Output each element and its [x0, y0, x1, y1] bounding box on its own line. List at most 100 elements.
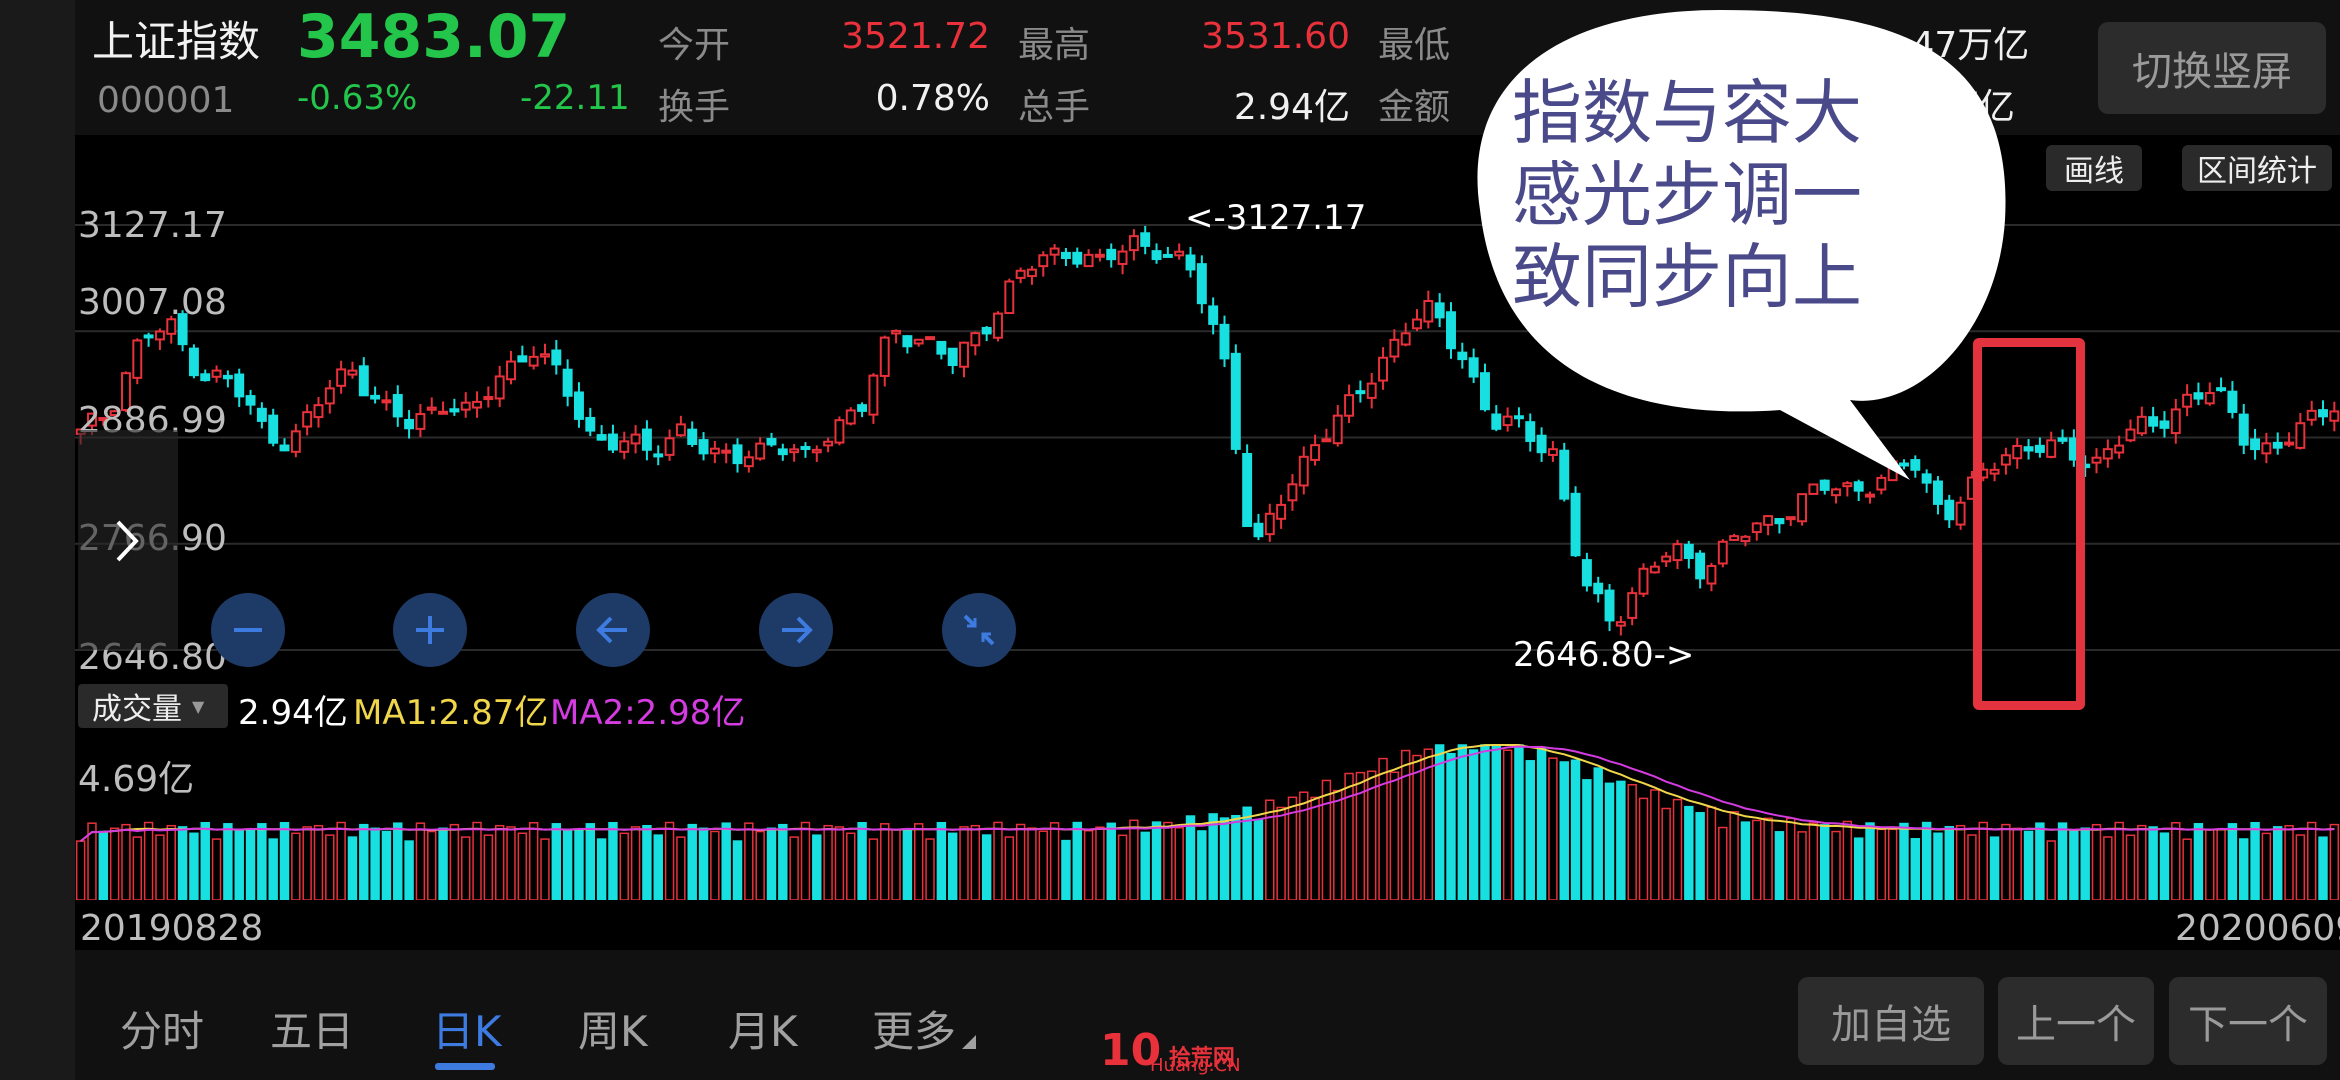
high-label: 最高 — [1018, 25, 1091, 66]
volume-bar — [1378, 757, 1388, 900]
previous-button[interactable]: 上一个 — [1998, 977, 2154, 1065]
volume-bar — [528, 821, 539, 900]
volume-bar — [381, 830, 392, 900]
draw-line-button[interactable]: 画线 — [2046, 145, 2142, 191]
candle-body — [709, 447, 720, 455]
candle-body — [1955, 501, 1966, 526]
candle-body — [336, 368, 347, 387]
zoom-in-button[interactable] — [393, 593, 467, 667]
candle-body — [1310, 444, 1321, 461]
volume-bar — [279, 821, 290, 900]
candle-body — [404, 418, 415, 430]
volume-bar — [1593, 767, 1603, 900]
candle-body — [415, 413, 426, 430]
candle-body — [154, 330, 165, 341]
volume-bar — [1265, 799, 1275, 900]
volume-bar — [415, 822, 426, 900]
plus-icon — [416, 616, 444, 644]
candle-body — [2295, 422, 2306, 449]
volume-bar — [2250, 821, 2260, 900]
candle-body — [596, 434, 607, 441]
volume-bar — [1865, 822, 1875, 900]
chevron-right-icon[interactable] — [112, 518, 142, 564]
tab-intraday[interactable]: 分时 — [120, 998, 204, 1059]
candle-body — [2182, 393, 2193, 408]
volume-bar — [2182, 838, 2192, 900]
volume-bar — [789, 836, 799, 900]
volume-bar — [472, 821, 482, 900]
pan-left-button[interactable] — [576, 593, 650, 667]
index-code: 000001 — [97, 80, 235, 121]
volume-bar — [1400, 749, 1411, 900]
volume-bar — [868, 838, 879, 900]
candle-body — [687, 428, 698, 446]
candle-body — [1083, 253, 1094, 268]
candle-body — [234, 373, 245, 398]
volume-bar — [540, 838, 550, 900]
candle-body — [834, 419, 845, 444]
volume-bar — [1729, 811, 1739, 900]
volume-bar — [1208, 813, 1218, 900]
candle-body — [551, 349, 562, 366]
tab-more[interactable]: 更多 — [872, 998, 956, 1059]
switch-portrait-button[interactable]: 切换竖屏 — [2098, 22, 2326, 114]
candle-body — [1015, 269, 1026, 279]
zoom-out-button[interactable] — [211, 593, 285, 667]
volume-bar — [959, 826, 969, 900]
candle-body — [2272, 441, 2283, 449]
volume-bar — [1910, 838, 1921, 900]
volume-bar — [1321, 779, 1332, 900]
volume-bar — [1989, 836, 2000, 900]
volume-bar — [619, 832, 629, 900]
highlight-box — [1973, 338, 2085, 710]
collapse-button[interactable] — [942, 593, 1016, 667]
volume-bar — [2306, 821, 2317, 900]
candle-body — [1276, 503, 1287, 520]
volume-bar — [1944, 826, 1955, 900]
candle-body — [845, 409, 856, 425]
add-watchlist-button[interactable]: 加自选 — [1798, 977, 1984, 1065]
candle-body — [483, 396, 494, 401]
candle-body — [426, 406, 437, 411]
tab-daily-k[interactable]: 日K — [432, 998, 502, 1059]
candle-body — [607, 433, 618, 451]
volume-bar — [2318, 836, 2328, 900]
volume-bar — [2091, 823, 2102, 900]
open-value: 3521.72 — [841, 16, 990, 57]
candle-body — [1196, 263, 1207, 305]
volume-ma1: MA1:2.87亿 — [353, 693, 549, 733]
candle-body — [993, 312, 1003, 339]
pan-right-button[interactable] — [759, 593, 833, 667]
volume-bar — [2125, 834, 2136, 900]
candle-body — [1253, 522, 1264, 538]
volume-bar — [121, 823, 131, 900]
indicator-selector[interactable]: 成交量 ▼ — [78, 684, 228, 728]
volume-bar — [981, 834, 992, 900]
volume-bar — [427, 830, 437, 900]
volume-bar — [1548, 757, 1558, 900]
candle-body — [143, 334, 154, 339]
candle-body — [2091, 456, 2102, 464]
candle-body — [1604, 589, 1615, 622]
volume-bar — [947, 832, 958, 900]
candle-body — [1740, 535, 1751, 543]
candle-body — [811, 448, 822, 454]
volume-bar — [653, 834, 663, 900]
next-button[interactable]: 下一个 — [2169, 977, 2327, 1065]
candle-body — [2148, 416, 2159, 427]
volume-label: 总手 — [1018, 87, 1091, 128]
range-stats-button[interactable]: 区间统计 — [2182, 145, 2332, 191]
candle-body — [959, 341, 969, 368]
volume-bar — [721, 822, 731, 900]
volume-bar — [2148, 826, 2158, 900]
volume-bar — [676, 836, 686, 900]
change-absolute: -22.11 — [520, 78, 630, 118]
candle-body — [540, 353, 550, 358]
tab-monthly-k[interactable]: 月K — [728, 998, 798, 1059]
volume-bar — [2272, 826, 2283, 900]
volume-chart[interactable] — [75, 735, 2340, 900]
tab-five-day[interactable]: 五日 — [270, 998, 354, 1059]
volume-bar — [1219, 817, 1230, 900]
tab-weekly-k[interactable]: 周K — [578, 998, 648, 1059]
candle-body — [188, 347, 199, 377]
